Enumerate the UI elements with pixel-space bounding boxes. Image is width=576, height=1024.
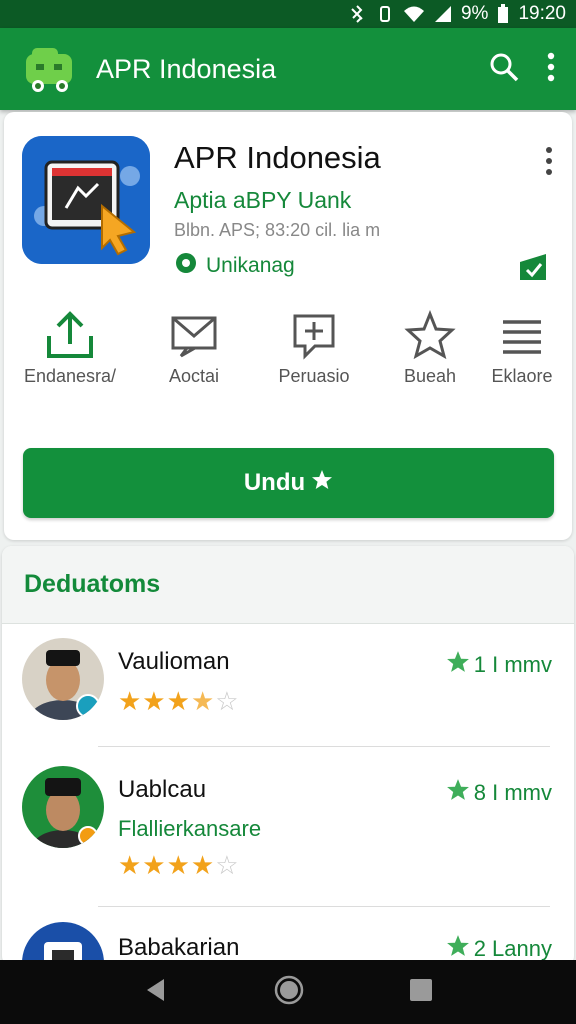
action-label: Endanesra/ xyxy=(23,366,117,386)
section-title: Deduatoms xyxy=(24,570,161,598)
recents-icon[interactable] xyxy=(408,977,434,1008)
app-name: APR Indonesia xyxy=(174,140,381,175)
review-score: 1 I mmv xyxy=(446,650,552,680)
install-button[interactable]: Undu xyxy=(23,448,554,518)
vibrate-icon xyxy=(376,4,394,24)
overflow-menu-icon[interactable] xyxy=(546,52,556,87)
action-row: Endanesra/ Aoctai Peruasio Bueah Eklaore xyxy=(4,310,572,400)
action-label: Eklaore xyxy=(491,366,553,386)
wifi-icon xyxy=(403,5,425,23)
review-item[interactable]: Vaulioman 1 I mmv ★★★★☆ xyxy=(22,638,552,738)
app-bar: APR Indonesia xyxy=(0,28,576,110)
verified-badge: Unikanag xyxy=(174,251,295,281)
badge-label: Unikanag xyxy=(206,254,295,277)
reviewer-subtitle: Flallierkansare xyxy=(118,816,262,841)
clock: 19:20 xyxy=(518,3,566,24)
reviews-card: Deduatoms Vaulioman 1 I mmv ★★★★☆ Uablca… xyxy=(2,546,574,966)
system-nav-bar xyxy=(0,960,576,1024)
search-icon[interactable] xyxy=(488,51,520,88)
review-score-text: 2 Lanny xyxy=(473,936,552,961)
battery-percentage: 9% xyxy=(460,3,489,24)
action-chat[interactable]: Peruasio xyxy=(256,310,372,387)
android-logo-icon xyxy=(22,44,76,94)
app-detail-card: APR Indonesia Aptia aBPY Uank Blbn. APS;… xyxy=(4,112,572,540)
avatar xyxy=(22,638,104,720)
app-icon xyxy=(22,136,150,264)
rating-stars: ★★★★☆ xyxy=(118,850,240,880)
star-icon xyxy=(446,650,470,680)
review-score-text: 1 I mmv xyxy=(473,652,552,677)
signal-icon xyxy=(434,5,452,23)
action-mail[interactable]: Aoctai xyxy=(136,310,252,387)
reviewer-name: Vaulioman xyxy=(118,648,230,675)
review-score-text: 8 I mmv xyxy=(473,780,552,805)
share-up-icon xyxy=(12,310,128,360)
home-icon[interactable] xyxy=(273,974,305,1011)
divider xyxy=(98,906,550,907)
star-icon xyxy=(446,778,470,808)
avatar xyxy=(22,766,104,848)
more-options-icon[interactable] xyxy=(544,146,554,181)
app-bar-title: APR Indonesia xyxy=(96,53,277,84)
action-explore[interactable]: Eklaore xyxy=(464,310,576,387)
reviews-header: Deduatoms xyxy=(2,546,574,624)
review-score: 8 I mmv xyxy=(446,778,552,808)
star-icon xyxy=(311,469,333,498)
action-share[interactable]: Endanesra/ xyxy=(12,310,128,387)
app-developer[interactable]: Aptia aBPY Uank xyxy=(174,187,351,214)
app-meta: Blbn. APS; 83:20 cil. lia m xyxy=(174,220,381,240)
action-label: Peruasio xyxy=(278,366,350,386)
back-icon[interactable] xyxy=(142,976,170,1009)
list-icon xyxy=(464,310,576,360)
reviewer-name: Babakarian xyxy=(118,934,240,961)
battery-icon xyxy=(497,4,509,24)
chat-plus-icon xyxy=(256,310,372,360)
reviewer-name: Uablcau xyxy=(118,776,207,803)
shield-icon xyxy=(174,251,198,281)
divider xyxy=(98,746,550,747)
mail-icon xyxy=(136,310,252,360)
rating-stars: ★★★★☆ xyxy=(118,686,240,716)
action-label: Aoctai xyxy=(168,366,220,386)
review-item[interactable]: Uablcau Flallierkansare 8 I mmv ★★★★☆ xyxy=(22,766,552,886)
edit-check-icon[interactable] xyxy=(516,252,550,287)
status-bar: 9% 19:20 xyxy=(0,0,576,28)
bluetooth-off-icon xyxy=(347,4,367,24)
install-button-label: Undu xyxy=(243,469,306,496)
